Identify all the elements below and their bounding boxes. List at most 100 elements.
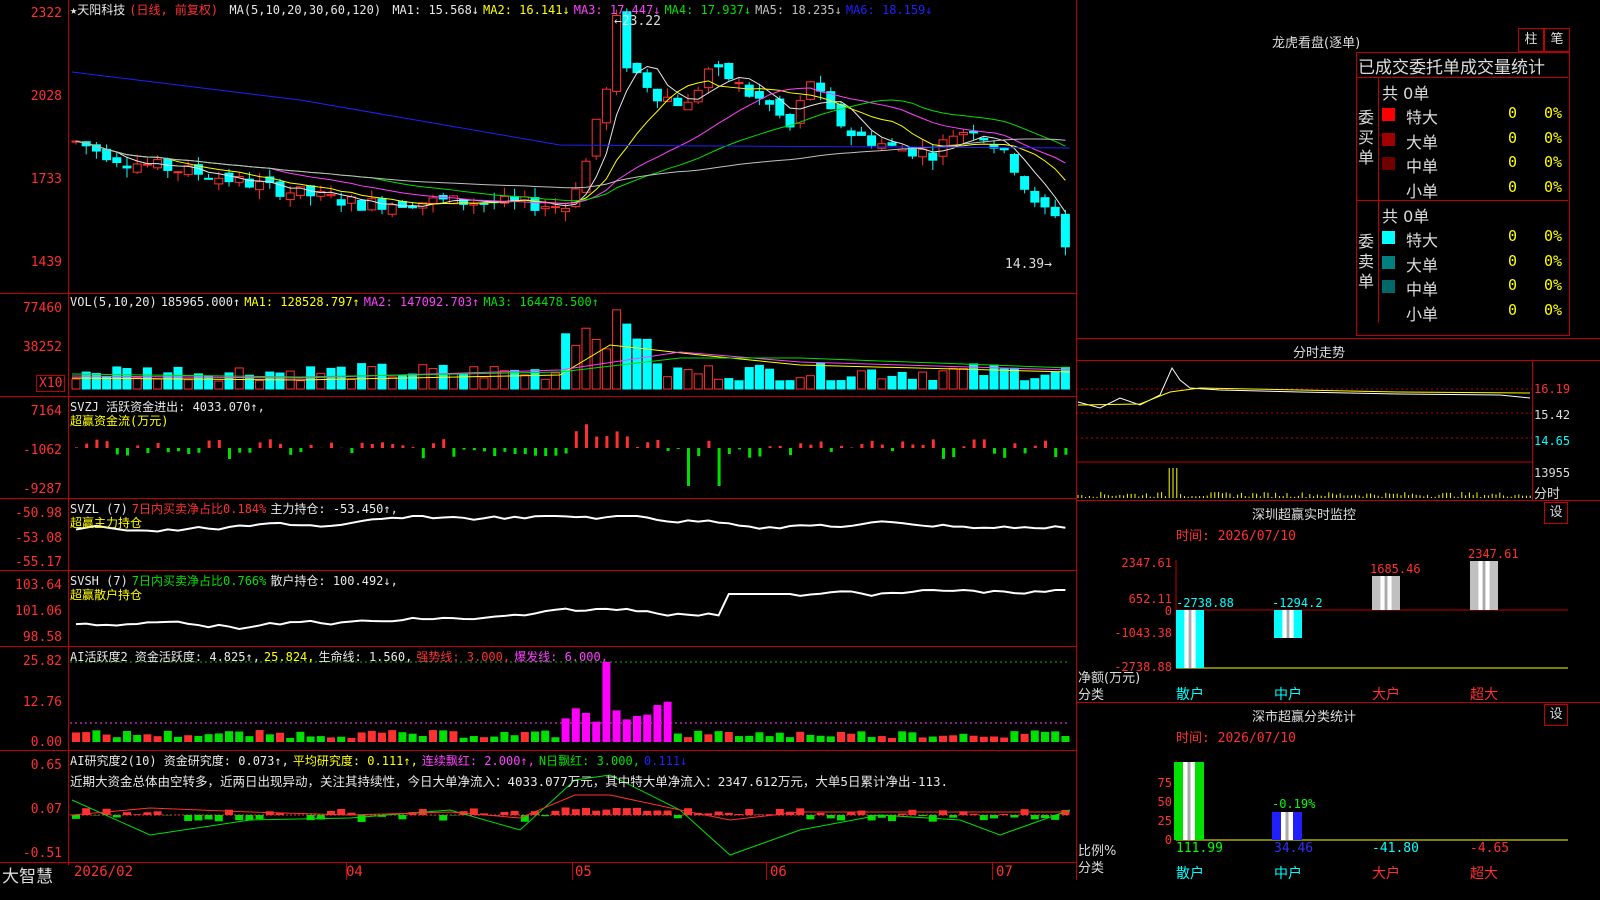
order-size-label: 大单 — [1406, 132, 1439, 152]
price-y-label: 1439 — [30, 255, 62, 270]
money-flow-bar — [126, 448, 129, 456]
intraday-axis — [1532, 360, 1533, 500]
volume-bar — [601, 348, 611, 390]
volume-bar — [877, 378, 887, 390]
monitor-value-label: -1294.2 — [1272, 596, 1323, 610]
money-flow-bar — [962, 446, 966, 448]
research-bar — [500, 811, 509, 815]
activity-bar — [704, 734, 713, 742]
classify-bar — [1187, 762, 1191, 840]
activity-bar — [551, 737, 560, 742]
candle-body — [816, 82, 826, 92]
activity-bar — [469, 736, 478, 742]
candle-body — [979, 137, 989, 141]
volume-bar — [1050, 371, 1060, 390]
candle-body — [540, 206, 550, 210]
candle-body — [754, 91, 764, 99]
monitor-category: 超大 — [1470, 687, 1498, 703]
activity-bar — [786, 737, 794, 742]
money-flow-bar — [166, 448, 170, 453]
classify-mid-label: -0.19% — [1272, 797, 1316, 811]
money-flow-bar — [207, 440, 211, 448]
period-mode[interactable]: (日线, 前复权) — [129, 3, 218, 17]
volume-bar — [255, 379, 265, 390]
vol-ma3: MA3: 164478.500↑ — [483, 295, 599, 309]
vol-y-label: 38252 — [22, 340, 62, 355]
intraday-y-label: 16.19 — [1534, 382, 1571, 396]
activity-bar — [439, 730, 448, 742]
activity-bar — [582, 712, 590, 742]
candle-body — [856, 131, 866, 136]
money-flow-bar — [217, 440, 221, 448]
money-flow-bar — [942, 448, 945, 459]
money-flow-bar — [95, 439, 99, 448]
research-bar — [194, 815, 203, 821]
order-count: 0 — [1508, 276, 1518, 294]
x-tick — [346, 862, 347, 880]
volume-bar — [632, 338, 642, 390]
activity-bar — [1010, 731, 1019, 742]
section-divider — [1076, 702, 1600, 703]
order-color-swatch — [1382, 181, 1395, 195]
classify-title: 深市超赢分类统计 — [1252, 710, 1357, 725]
candle-body — [948, 135, 958, 146]
activity-bar — [796, 731, 805, 742]
money-flow-bar — [697, 448, 701, 457]
classify-category: 大户 — [1372, 866, 1400, 882]
x-axis-label: 06 — [770, 864, 787, 880]
money-flow-bar — [799, 443, 803, 448]
lhb-divider — [1356, 77, 1568, 78]
activity-bar — [663, 701, 672, 742]
activity-bar — [286, 737, 295, 742]
money-flow-bar — [309, 444, 313, 448]
research-bar — [582, 807, 590, 815]
research-bar — [72, 815, 80, 819]
volume-bar — [224, 372, 234, 390]
research-bar — [592, 810, 601, 815]
candle-body — [652, 88, 662, 102]
volume-bar — [581, 327, 591, 390]
money-flow-bar — [952, 448, 956, 458]
activity-bar — [633, 715, 641, 742]
activity-bar — [510, 735, 519, 742]
money-flow-bar — [564, 448, 568, 454]
activity-bar — [806, 734, 815, 742]
order-count: 0 — [1508, 251, 1518, 270]
volume-bar — [785, 380, 795, 390]
activity-bar — [378, 732, 386, 742]
tick-view-button[interactable]: 笔 — [1544, 28, 1570, 52]
money-flow-bar — [279, 443, 282, 448]
activity-bar — [520, 732, 529, 742]
activity-bar — [327, 737, 335, 742]
volume-bar — [540, 378, 550, 390]
candle-body — [387, 204, 397, 215]
symbol-name[interactable]: ★天阳科技 — [70, 3, 125, 17]
activity-bar — [347, 737, 356, 742]
order-percent: 0% — [1544, 276, 1563, 294]
classify-category: 散户 — [1176, 866, 1204, 882]
candle-body — [428, 197, 438, 204]
monitor-value-label: 1685.46 — [1370, 562, 1421, 576]
money-flow-bar — [187, 448, 191, 455]
order-size-label: 大单 — [1406, 255, 1439, 275]
activity-bar — [979, 736, 988, 742]
money-flow-bar — [891, 448, 894, 452]
activity-bar — [755, 732, 764, 742]
ma-value: MA6: 18.159↓ — [845, 3, 933, 17]
vol-y-label: 77460 — [22, 301, 62, 316]
volume-bar — [928, 379, 938, 390]
order-percent: 0% — [1544, 153, 1563, 171]
research-bar — [643, 810, 652, 815]
monitor-settings-button[interactable]: 设 — [1544, 502, 1568, 524]
bar-view-button[interactable]: 柱 — [1518, 28, 1544, 52]
classify-y-label: 75 — [1157, 776, 1172, 790]
money-flow-bar — [238, 448, 242, 453]
candle-body — [142, 163, 152, 166]
candle-body — [336, 199, 346, 206]
research-bar — [357, 815, 366, 822]
classify-settings-button[interactable]: 设 — [1544, 704, 1568, 726]
research-bar — [204, 815, 213, 820]
svsh-subtitle: 超赢散户持仓 — [70, 588, 143, 602]
activity-bar — [775, 732, 784, 742]
volume-bar — [887, 375, 897, 390]
